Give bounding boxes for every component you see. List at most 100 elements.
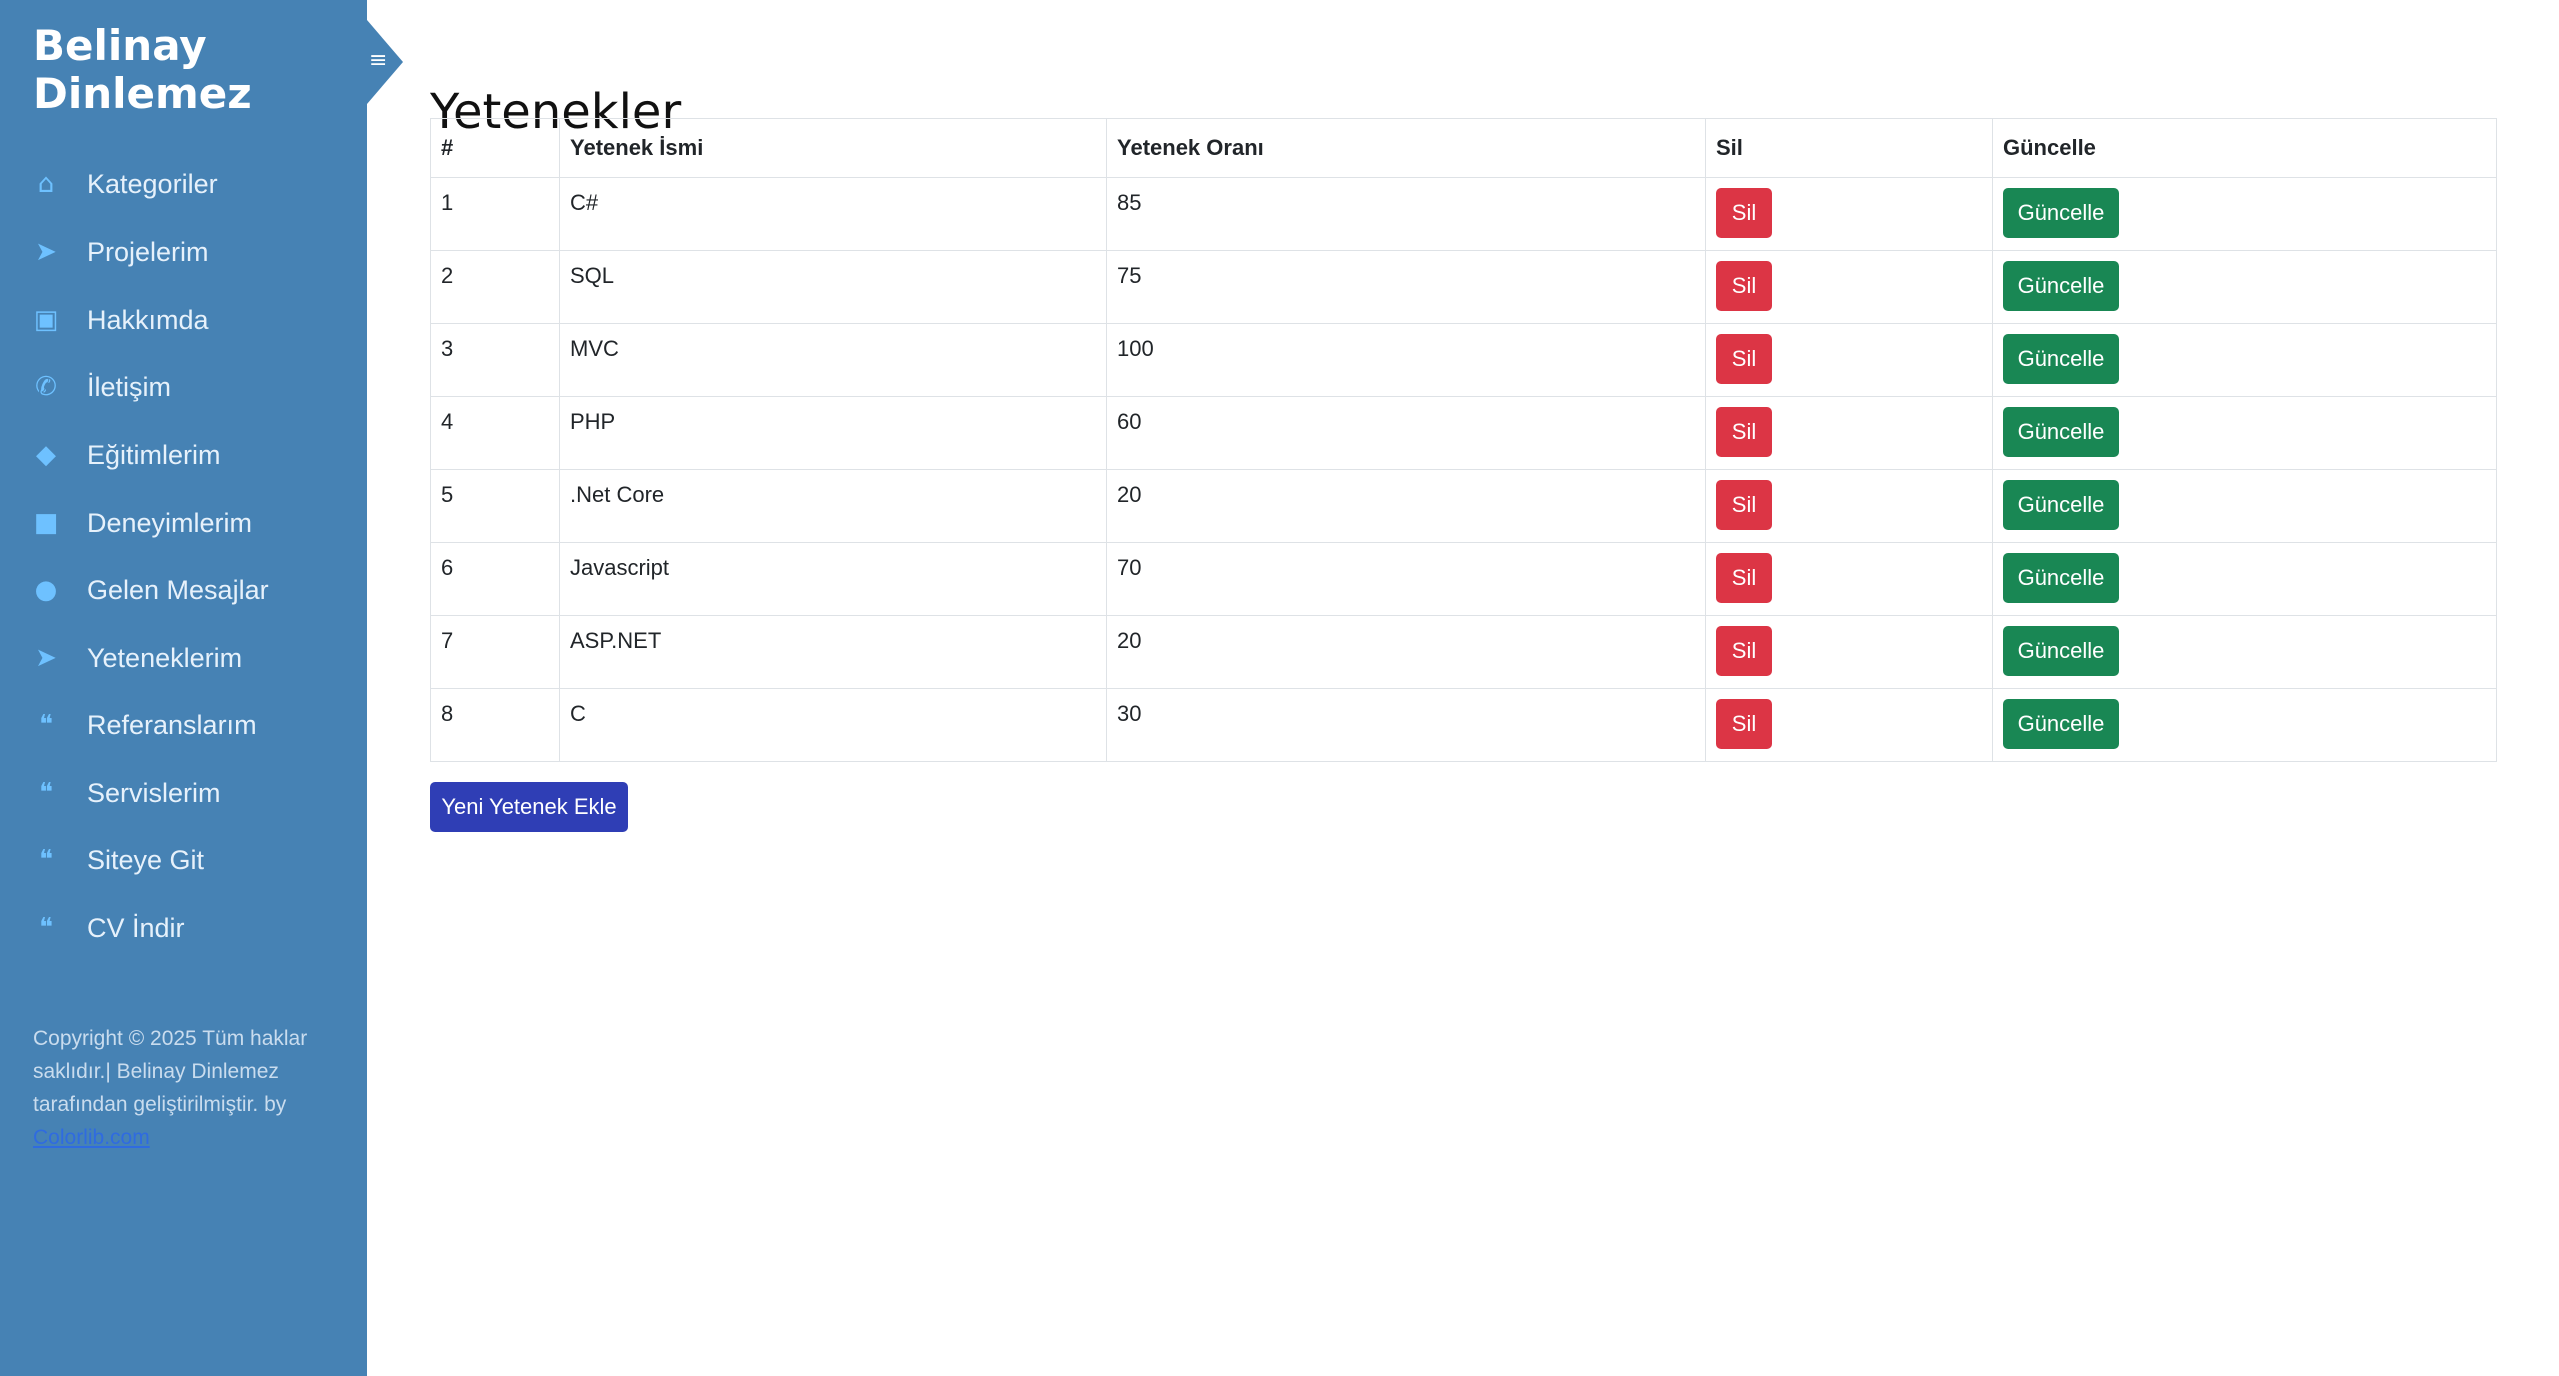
cell-delete: Sil — [1705, 323, 1993, 397]
cell-skill-name: C — [559, 688, 1107, 762]
cell-skill-rate: 30 — [1106, 688, 1706, 762]
cell-id: 6 — [430, 542, 560, 616]
graduation-cap-icon: ◆ — [36, 440, 56, 470]
cell-update: Güncelle — [1992, 615, 2497, 689]
brand-logo[interactable]: Belinay Dinlemez — [33, 22, 252, 118]
copyright-text: Copyright © 2025 Tüm haklar saklıdır.| B… — [33, 1027, 308, 1116]
header-update: Güncelle — [1992, 118, 2497, 178]
colorlib-link[interactable]: Colorlib.com — [33, 1126, 150, 1149]
cell-delete: Sil — [1705, 469, 1993, 543]
delete-button[interactable]: Sil — [1716, 261, 1772, 311]
delete-button[interactable]: Sil — [1716, 626, 1772, 676]
sidebar-item-gelen-mesajlar[interactable]: ● Gelen Mesajlar — [0, 564, 367, 616]
header-number: # — [430, 118, 560, 178]
sidebar: Belinay Dinlemez ⌂ Kategoriler ➤ Projele… — [0, 0, 367, 1376]
sidebar-item-projelerim[interactable]: ➤ Projelerim — [0, 226, 367, 278]
update-button[interactable]: Güncelle — [2003, 334, 2119, 384]
cell-id: 3 — [430, 323, 560, 397]
update-button[interactable]: Güncelle — [2003, 261, 2119, 311]
sidebar-item-yeteneklerim[interactable]: ➤ Yeteneklerim — [0, 632, 367, 684]
sidebar-item-kategoriler[interactable]: ⌂ Kategoriler — [0, 158, 367, 210]
cell-update: Güncelle — [1992, 469, 2497, 543]
cell-skill-rate: 70 — [1106, 542, 1706, 616]
delete-button[interactable]: Sil — [1716, 407, 1772, 457]
sidebar-item-hakkimda[interactable]: ▣ Hakkımda — [0, 294, 367, 346]
cell-skill-rate: 100 — [1106, 323, 1706, 397]
cell-update: Güncelle — [1992, 688, 2497, 762]
cell-skill-name: MVC — [559, 323, 1107, 397]
delete-button[interactable]: Sil — [1716, 553, 1772, 603]
brand-line-1: Belinay — [33, 21, 207, 70]
cell-update: Güncelle — [1992, 250, 2497, 324]
sidebar-item-cv-indir[interactable]: ❝ CV İndir — [0, 902, 367, 954]
add-skill-button[interactable]: Yeni Yetenek Ekle — [430, 782, 628, 832]
sidebar-item-egitimlerim[interactable]: ◆ Eğitimlerim — [0, 429, 367, 481]
sidebar-item-label: Deneyimlerim — [87, 507, 253, 538]
cell-skill-name: Javascript — [559, 542, 1107, 616]
delete-button[interactable]: Sil — [1716, 188, 1772, 238]
sidebar-footer: Copyright © 2025 Tüm haklar saklıdır.| B… — [33, 1022, 333, 1154]
cell-skill-rate: 60 — [1106, 396, 1706, 470]
paper-plane-icon: ➤ — [35, 237, 57, 267]
sidebar-item-label: Siteye Git — [87, 844, 205, 875]
phone-icon: ✆ — [35, 372, 57, 402]
sidebar-item-label: Eğitimlerim — [87, 439, 221, 470]
comment-icon: ● — [34, 575, 58, 605]
delete-button[interactable]: Sil — [1716, 480, 1772, 530]
sidebar-item-label: Projelerim — [87, 236, 209, 267]
update-button[interactable]: Güncelle — [2003, 480, 2119, 530]
header-skill-name: Yetenek İsmi — [559, 118, 1107, 178]
table-header-row: # Yetenek İsmi Yetenek Oranı Sil Güncell… — [430, 118, 2497, 178]
sidebar-item-deneyimlerim[interactable]: ■ Deneyimlerim — [0, 497, 367, 549]
sidebar-item-label: İletişim — [87, 371, 172, 402]
quote-icon: ❝ — [39, 913, 53, 943]
sidebar-item-label: CV İndir — [87, 912, 185, 943]
menu-icon[interactable]: ≡ — [369, 50, 387, 72]
brand-line-2: Dinlemez — [33, 69, 252, 118]
table-row: 2 SQL 75 Sil Güncelle — [430, 250, 2497, 324]
table-row: 8 C 30 Sil Güncelle — [430, 688, 2497, 762]
cell-skill-rate: 20 — [1106, 615, 1706, 689]
delete-button[interactable]: Sil — [1716, 334, 1772, 384]
cell-id: 8 — [430, 688, 560, 762]
cell-skill-rate: 85 — [1106, 177, 1706, 251]
sidebar-item-label: Yeteneklerim — [87, 642, 243, 673]
sidebar-item-siteye-git[interactable]: ❝ Siteye Git — [0, 834, 367, 886]
update-button[interactable]: Güncelle — [2003, 699, 2119, 749]
briefcase-icon: ■ — [33, 508, 59, 538]
cell-delete: Sil — [1705, 250, 1993, 324]
table-row: 6 Javascript 70 Sil Güncelle — [430, 542, 2497, 616]
cell-skill-name: .Net Core — [559, 469, 1107, 543]
home-icon: ⌂ — [37, 169, 55, 199]
cell-id: 2 — [430, 250, 560, 324]
update-button[interactable]: Güncelle — [2003, 553, 2119, 603]
paper-plane-icon: ➤ — [35, 643, 57, 673]
table-row: 1 C# 85 Sil Güncelle — [430, 177, 2497, 251]
table-row: 7 ASP.NET 20 Sil Güncelle — [430, 615, 2497, 689]
update-button[interactable]: Güncelle — [2003, 407, 2119, 457]
cell-update: Güncelle — [1992, 542, 2497, 616]
header-delete: Sil — [1705, 118, 1993, 178]
cell-delete: Sil — [1705, 688, 1993, 762]
skills-table: # Yetenek İsmi Yetenek Oranı Sil Güncell… — [430, 118, 2497, 762]
sidebar-item-referanslarim[interactable]: ❝ Referanslarım — [0, 699, 367, 751]
cell-skill-rate: 75 — [1106, 250, 1706, 324]
update-button[interactable]: Güncelle — [2003, 188, 2119, 238]
update-button[interactable]: Güncelle — [2003, 626, 2119, 676]
cell-delete: Sil — [1705, 615, 1993, 689]
quote-icon: ❝ — [39, 778, 53, 808]
sidebar-item-iletisim[interactable]: ✆ İletişim — [0, 361, 367, 413]
sidebar-item-servislerim[interactable]: ❝ Servislerim — [0, 767, 367, 819]
cell-skill-name: SQL — [559, 250, 1107, 324]
sidebar-item-label: Hakkımda — [87, 304, 209, 335]
cell-id: 4 — [430, 396, 560, 470]
cell-id: 7 — [430, 615, 560, 689]
cell-update: Güncelle — [1992, 177, 2497, 251]
cell-update: Güncelle — [1992, 396, 2497, 470]
quote-icon: ❝ — [39, 710, 53, 740]
delete-button[interactable]: Sil — [1716, 699, 1772, 749]
cell-id: 1 — [430, 177, 560, 251]
cell-id: 5 — [430, 469, 560, 543]
cell-delete: Sil — [1705, 177, 1993, 251]
table-row: 3 MVC 100 Sil Güncelle — [430, 323, 2497, 397]
